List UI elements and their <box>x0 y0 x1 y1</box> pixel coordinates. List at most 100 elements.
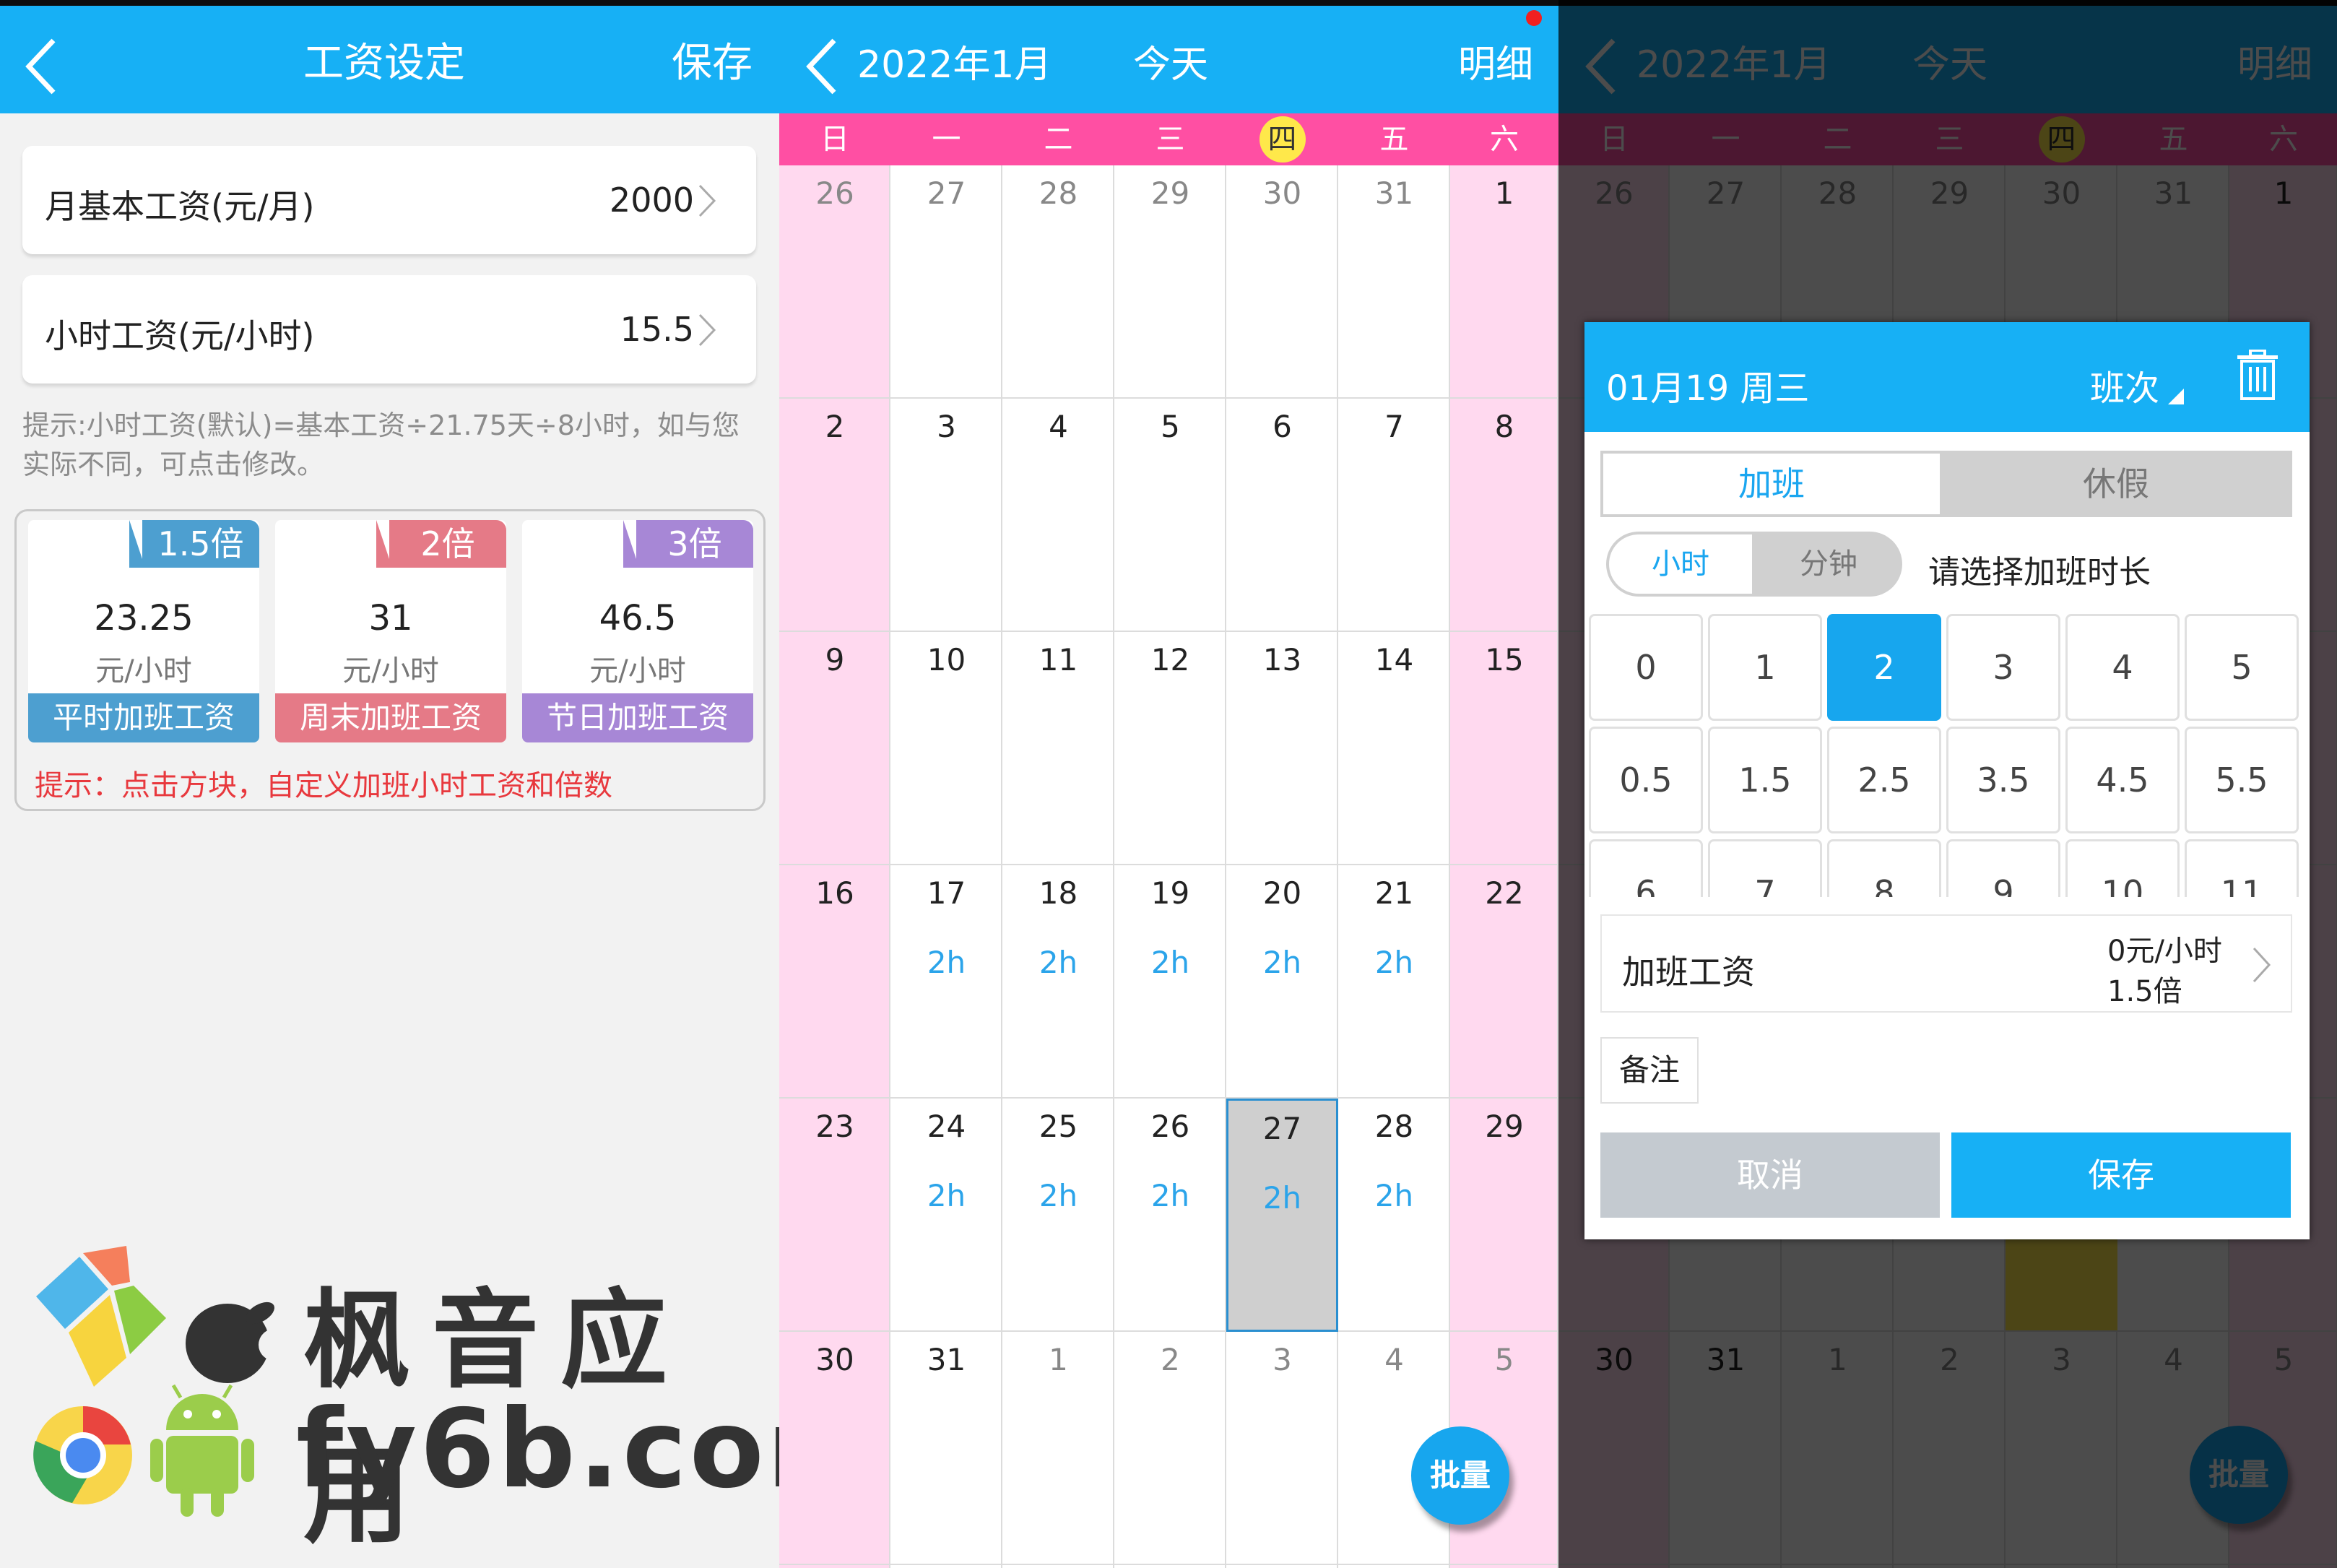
duration-option[interactable]: 2 <box>1827 614 1941 721</box>
detail-button[interactable]: 明细 <box>1458 46 1533 84</box>
calendar-day[interactable]: 1 <box>1450 165 1558 399</box>
watermark-domain: fy6b.com <box>296 1387 779 1512</box>
calendar-day[interactable]: 11 <box>1002 632 1114 865</box>
note-field[interactable]: 备注 <box>1600 1037 1699 1104</box>
save-button[interactable]: 保存 <box>1951 1132 2291 1218</box>
cancel-button[interactable]: 取消 <box>1600 1132 1940 1218</box>
duration-option[interactable]: 1.5 <box>1708 727 1822 833</box>
calendar-day[interactable]: 23 <box>779 1099 890 1332</box>
calendar-day[interactable]: 2 <box>1114 1332 1226 1565</box>
unit-hour[interactable]: 小时 <box>1609 534 1752 594</box>
overtime-hours: 2h <box>927 945 966 980</box>
batch-button[interactable]: 批量 <box>1411 1426 1509 1525</box>
calendar-day[interactable]: 1 <box>1002 1332 1114 1565</box>
duration-option[interactable]: 0 <box>1589 614 1703 721</box>
calendar-day[interactable]: 9 <box>779 632 890 865</box>
duration-option[interactable]: 5.5 <box>2185 727 2299 833</box>
calendar-day[interactable]: 13 <box>1226 632 1338 865</box>
tab-leave[interactable]: 休假 <box>1940 451 2292 517</box>
prev-month-button[interactable] <box>805 38 840 95</box>
duration-option[interactable]: 1 <box>1708 614 1822 721</box>
calendar-day[interactable]: 10 <box>890 632 1002 865</box>
calendar-day[interactable]: 20 2h <box>1226 865 1338 1099</box>
unit-minute[interactable]: 分钟 <box>1755 532 1902 597</box>
save-button[interactable]: 保存 <box>672 43 753 84</box>
tab-overtime[interactable]: 加班 <box>1603 454 1940 514</box>
calendar-day[interactable]: 12 <box>1114 632 1226 865</box>
calendar-day[interactable]: 22 <box>1450 865 1558 1099</box>
trash-icon[interactable] <box>2236 350 2279 400</box>
calendar-day[interactable]: 24 2h <box>890 1099 1002 1332</box>
calendar-day[interactable]: 15 <box>1450 632 1558 865</box>
calendar-day[interactable]: 25 2h <box>1002 1099 1114 1332</box>
calendar-day[interactable]: 14 <box>1338 632 1450 865</box>
duration-option[interactable]: 5 <box>2185 614 2299 721</box>
calendar-day[interactable]: 8 <box>1450 399 1558 632</box>
calendar-day[interactable]: 4 <box>1002 399 1114 632</box>
month-title[interactable]: 2022年1月 <box>857 46 1052 84</box>
holiday-overtime-tile[interactable]: 3倍 46.5 元/小时 节日加班工资 <box>522 520 753 742</box>
calendar-day[interactable]: 28 <box>1002 165 1114 399</box>
day-number: 25 <box>1039 1109 1078 1144</box>
duration-option[interactable]: 0.5 <box>1589 727 1703 833</box>
multiplier-badge: 3倍 <box>623 520 753 568</box>
calendar-day[interactable]: 27 2h <box>1226 1099 1338 1332</box>
duration-option[interactable]: 3 <box>1946 614 2060 721</box>
unit-toggle: 小时 分钟 <box>1606 532 1902 597</box>
day-number: 7 <box>1384 409 1404 444</box>
day-number: 5 <box>1161 409 1180 444</box>
duration-option[interactable]: 4.5 <box>2065 727 2180 833</box>
shift-selector[interactable]: 班次 <box>2090 360 2159 410</box>
duration-option[interactable]: 4 <box>2065 614 2180 721</box>
calendar-day[interactable]: 31 <box>1338 165 1450 399</box>
calendar-day[interactable]: 16 <box>779 865 890 1099</box>
calendar-day[interactable]: 30 <box>1226 165 1338 399</box>
calendar-day[interactable]: 31 <box>890 1332 1002 1565</box>
calendar-day[interactable]: 3 <box>890 399 1002 632</box>
rate-value: 31 <box>368 598 413 638</box>
weekday-label: 一 <box>932 123 961 156</box>
weekday-label: 二 <box>1044 123 1073 156</box>
day-number: 23 <box>815 1109 854 1144</box>
day-number: 10 <box>927 642 966 677</box>
calendar-day[interactable]: 18 2h <box>1002 865 1114 1099</box>
duration-option[interactable]: 6 <box>1589 839 1703 897</box>
hourly-wage-value: 15.5 <box>620 310 694 349</box>
overtime-pay-row[interactable]: 加班工资 0元/小时 1.5倍 <box>1600 914 2292 1013</box>
day-number: 28 <box>1374 1109 1414 1144</box>
duration-option[interactable]: 11 <box>2185 839 2299 897</box>
dropdown-corner-icon <box>2168 389 2184 404</box>
calendar-day[interactable]: 19 2h <box>1114 865 1226 1099</box>
calendar-day[interactable]: 2 <box>779 399 890 632</box>
today-button[interactable]: 今天 <box>1133 46 1208 84</box>
calendar-day[interactable]: 17 2h <box>890 865 1002 1099</box>
weekend-overtime-tile[interactable]: 2倍 31 元/小时 周末加班工资 <box>275 520 506 742</box>
calendar-day[interactable]: 30 <box>779 1332 890 1565</box>
duration-option[interactable]: 10 <box>2065 839 2180 897</box>
day-number: 27 <box>1262 1111 1302 1146</box>
hourly-wage-row[interactable]: 小时工资(元/小时) 15.5 <box>22 275 756 384</box>
calendar-day[interactable]: 29 <box>1114 165 1226 399</box>
calendar-day[interactable]: 5 <box>1114 399 1226 632</box>
base-salary-row[interactable]: 月基本工资(元/月) 2000 <box>22 146 756 254</box>
duration-option[interactable]: 9 <box>1946 839 2060 897</box>
overtime-pay-label: 加班工资 <box>1622 953 1755 992</box>
calendar-day[interactable]: 6 <box>1226 399 1338 632</box>
duration-option[interactable]: 3.5 <box>1946 727 2060 833</box>
calendar-day[interactable]: 7 <box>1338 399 1450 632</box>
duration-option[interactable]: 7 <box>1708 839 1822 897</box>
back-button[interactable] <box>25 38 59 95</box>
day-number: 3 <box>1272 1342 1292 1377</box>
calendar-day[interactable]: 28 2h <box>1338 1099 1450 1332</box>
duration-option[interactable]: 8 <box>1827 839 1941 897</box>
calendar-day[interactable]: 27 <box>890 165 1002 399</box>
calendar-day[interactable]: 29 <box>1450 1099 1558 1332</box>
day-number: 27 <box>927 176 966 211</box>
chevron-right-icon <box>698 184 716 217</box>
calendar-day[interactable]: 26 2h <box>1114 1099 1226 1332</box>
calendar-day[interactable]: 26 <box>779 165 890 399</box>
duration-option[interactable]: 2.5 <box>1827 727 1941 833</box>
calendar-day[interactable]: 3 <box>1226 1332 1338 1565</box>
calendar-day[interactable]: 21 2h <box>1338 865 1450 1099</box>
weekday-overtime-tile[interactable]: 1.5倍 23.25 元/小时 平时加班工资 <box>28 520 259 742</box>
